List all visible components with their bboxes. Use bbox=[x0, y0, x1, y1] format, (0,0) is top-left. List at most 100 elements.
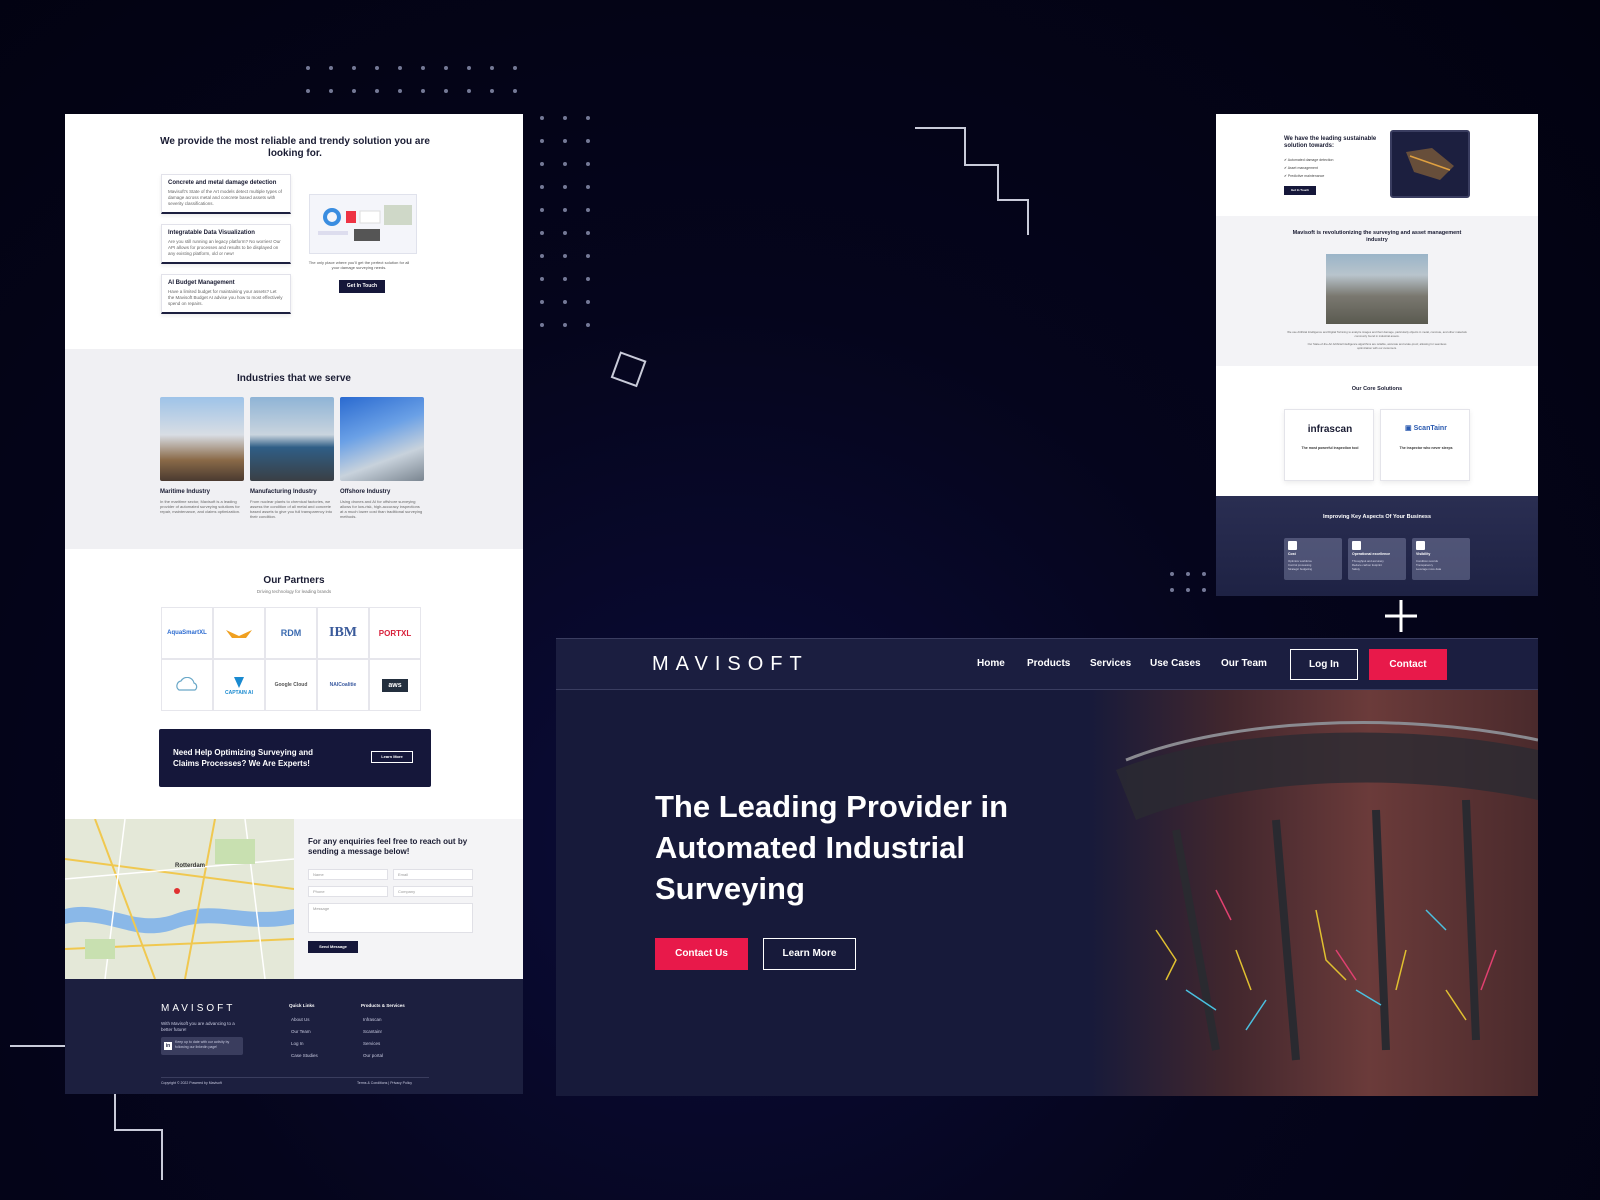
improve-item: Safety bbox=[1352, 567, 1360, 571]
scantainr-logo-icon: ▣ bbox=[1405, 425, 1414, 432]
infrascan-card[interactable]: infrascan The most powerful inspection t… bbox=[1284, 409, 1374, 481]
improve-item: Leverage more data bbox=[1416, 567, 1442, 571]
partners-subtitle: Driving technology for leading brands bbox=[256, 589, 332, 594]
hero-line: The Leading Provider in bbox=[655, 789, 1009, 824]
message-field[interactable]: Message bbox=[308, 903, 473, 933]
contact-title: For any enquiries feel free to reach out… bbox=[308, 837, 468, 856]
leading-item-text: Automated damage detection bbox=[1287, 158, 1334, 162]
industry-name: Offshore Industry bbox=[340, 489, 391, 495]
cta-banner: Need Help Optimizing Surveying and Claim… bbox=[159, 729, 431, 787]
improve-card-title: Cost bbox=[1288, 552, 1296, 556]
maritime-industry-image bbox=[160, 397, 244, 481]
phone-field[interactable]: Phone bbox=[308, 886, 388, 897]
solution-title: We provide the most reliable and trendy … bbox=[160, 136, 430, 159]
nav-services[interactable]: Services bbox=[1090, 658, 1131, 669]
partner-logo-rdm: RDM bbox=[265, 607, 317, 659]
product-tagline: The most powerful inspection tool bbox=[1301, 446, 1359, 450]
partner-logo-aquasmartxl: AquaSmartXL bbox=[161, 607, 213, 659]
get-in-touch-button[interactable]: Get In Touch bbox=[1284, 186, 1316, 195]
feature-card: Concrete and metal damage detection Mavi… bbox=[161, 174, 291, 214]
feature-title: Integratable Data Visualization bbox=[168, 230, 255, 236]
industries-section: Industries that we serve Maritime Indust… bbox=[65, 349, 523, 549]
footer-link-services[interactable]: Services bbox=[363, 1041, 380, 1046]
dot-grid-decoration bbox=[306, 66, 517, 93]
industry-name: Maritime Industry bbox=[160, 489, 211, 495]
map-embed[interactable]: Rotterdam bbox=[65, 818, 295, 980]
feature-card: AI Budget Management Have a limited budg… bbox=[161, 274, 291, 314]
feature-text: Mavisoft's State of the Art models detec… bbox=[168, 189, 282, 206]
nav-our-team[interactable]: Our Team bbox=[1221, 658, 1267, 669]
footer-link-login[interactable]: Log In bbox=[291, 1041, 304, 1046]
product-tagline: The inspector who never sleeps bbox=[1399, 446, 1453, 450]
contact-us-button[interactable]: Contact Us bbox=[655, 938, 748, 970]
send-message-button[interactable]: Send Message bbox=[308, 941, 358, 953]
industries-title: Industries that we serve bbox=[237, 373, 351, 384]
core-title: Our Core Solutions bbox=[1351, 386, 1403, 392]
feature-title: Concrete and metal damage detection bbox=[168, 180, 277, 186]
linkedin-box[interactable]: in Keep up to date with our activity by … bbox=[161, 1037, 243, 1055]
brand-logo[interactable]: MAVISOFT bbox=[652, 653, 809, 676]
product-name: infrascan bbox=[1307, 424, 1353, 435]
footer-link-scantainr[interactable]: Scantainr bbox=[363, 1029, 382, 1034]
learn-more-button[interactable]: Learn More bbox=[763, 938, 856, 970]
improve-card-operational: Operational excellence Throughput and ac… bbox=[1348, 538, 1406, 580]
map-city-label: Rotterdam bbox=[175, 863, 206, 869]
footer-link-team[interactable]: Our Team bbox=[291, 1029, 311, 1034]
get-in-touch-button[interactable]: Get In Touch bbox=[339, 280, 385, 293]
footer-link-portal[interactable]: Our portal bbox=[363, 1053, 383, 1058]
leading-item: ✔ Automated damage detection bbox=[1284, 156, 1333, 164]
bunker-image bbox=[1326, 254, 1428, 324]
square-outline-decoration bbox=[610, 351, 647, 388]
nav-products[interactable]: Products bbox=[1027, 658, 1070, 669]
leading-title: We have the leading sustainable solution… bbox=[1284, 136, 1377, 149]
partner-logo-ibm: IBM bbox=[317, 607, 369, 659]
improve-title: Improving Key Aspects Of Your Business bbox=[1322, 514, 1432, 520]
hero-tower-image bbox=[976, 690, 1538, 1096]
cost-icon bbox=[1288, 541, 1297, 550]
footer-divider bbox=[161, 1077, 429, 1078]
hero-line: Automated Industrial bbox=[655, 830, 966, 865]
name-field[interactable]: Name bbox=[308, 869, 388, 880]
solution-section: We provide the most reliable and trendy … bbox=[65, 114, 523, 349]
partner-logo-captain-ai: CAPTAIN AI bbox=[213, 659, 265, 711]
product-name: ▣ ScanTainr bbox=[1381, 424, 1471, 432]
terms-links[interactable]: Terms & Conditions | Privacy Policy bbox=[357, 1081, 412, 1085]
login-button[interactable]: Log In bbox=[1290, 649, 1358, 680]
revolution-text: We use Artificial Intelligence and Digit… bbox=[1287, 330, 1467, 338]
footer-logo: MAVISOFT bbox=[161, 1003, 236, 1014]
scantainr-card[interactable]: ▣ ScanTainr The inspector who never slee… bbox=[1380, 409, 1470, 481]
dot-grid-decoration-side bbox=[540, 116, 590, 327]
industry-text: From nuclear plants to chemical factorie… bbox=[250, 499, 333, 519]
products-title: Products & Services bbox=[361, 1003, 405, 1008]
footer-link-about[interactable]: About Us bbox=[291, 1017, 310, 1022]
partners-title: Our Partners bbox=[263, 575, 325, 586]
improve-item: Strategic budgeting bbox=[1288, 567, 1313, 571]
industry-text: In the maritime sector, Mavisoft is a le… bbox=[160, 499, 241, 514]
cta-learn-more-button[interactable]: Learn More bbox=[371, 751, 413, 763]
about-page-mockup: We have the leading sustainable solution… bbox=[1216, 114, 1538, 596]
linkedin-text: Keep up to date with our activity by fol… bbox=[175, 1040, 230, 1049]
operational-icon bbox=[1352, 541, 1361, 550]
leading-item-text: Predictive maintenance bbox=[1287, 174, 1325, 178]
footer-link-infrascan[interactable]: Infrascan bbox=[363, 1017, 382, 1022]
linkedin-icon: in bbox=[164, 1042, 172, 1050]
footer-link-cases[interactable]: Case Studies bbox=[291, 1053, 318, 1058]
partner-logo-naicoalitie: NAICoalitie bbox=[317, 659, 369, 711]
nav-use-cases[interactable]: Use Cases bbox=[1150, 658, 1201, 669]
improve-card-title: Operational excellence bbox=[1352, 552, 1391, 556]
improve-card-visibility: Visibility Condition records Transparenc… bbox=[1412, 538, 1470, 580]
contact-button[interactable]: Contact bbox=[1369, 649, 1447, 680]
feature-card: Integratable Data Visualization Are you … bbox=[161, 224, 291, 264]
email-field[interactable]: Email bbox=[393, 869, 473, 880]
company-field[interactable]: Company bbox=[393, 886, 473, 897]
improve-section: Improving Key Aspects Of Your Business C… bbox=[1216, 496, 1538, 596]
industry-text: Using drones and AI for offshore surveyi… bbox=[340, 499, 423, 519]
zigzag-line-decoration bbox=[915, 127, 1029, 235]
nav-home[interactable]: Home bbox=[977, 658, 1005, 669]
revolution-section: Mavisoft is revolutionizing the surveyin… bbox=[1216, 216, 1538, 366]
partner-logo-cloud bbox=[161, 659, 213, 711]
feature-text: Have a limited budget for maintaining yo… bbox=[168, 289, 283, 306]
leading-item-text: Asset management bbox=[1287, 166, 1318, 170]
revolution-title: Mavisoft is revolutionizing the surveyin… bbox=[1292, 230, 1462, 243]
offshore-industry-image bbox=[340, 397, 424, 481]
